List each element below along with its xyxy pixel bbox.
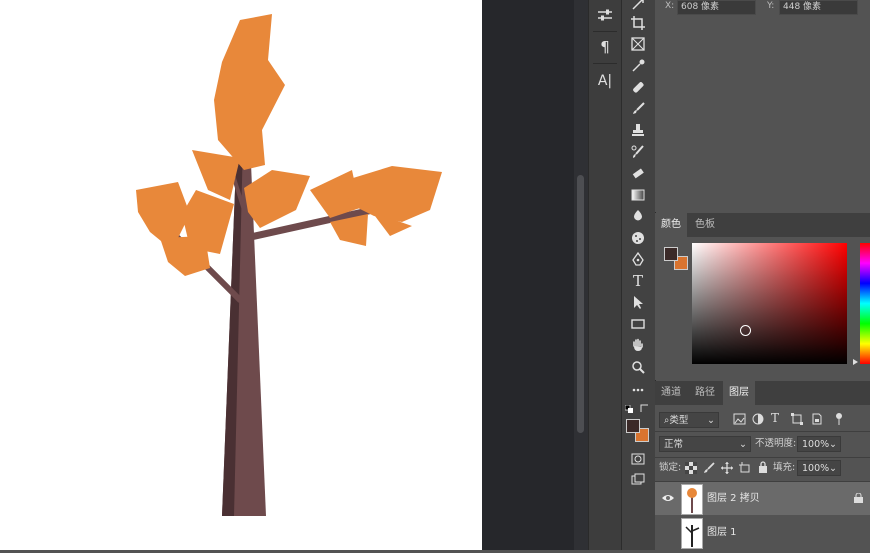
brush-icon[interactable]: [625, 99, 651, 119]
lock-artboard-icon[interactable]: [739, 462, 751, 474]
sponge-icon[interactable]: [625, 228, 651, 248]
adjustment-layer-filter-icon[interactable]: [752, 413, 764, 425]
properties-icon[interactable]: [591, 2, 619, 28]
foreground-color-swatch[interactable]: [626, 419, 640, 433]
fill-label: 填充:: [773, 462, 796, 473]
y-label: Y:: [767, 1, 775, 11]
screen-mode-icon[interactable]: [625, 469, 651, 489]
color-field[interactable]: [692, 243, 847, 364]
layer-row[interactable]: 图层 1: [655, 516, 870, 549]
hue-slider[interactable]: [860, 243, 870, 364]
history-brush-icon[interactable]: [625, 142, 651, 162]
tools-panel: T: [621, 0, 656, 550]
eyedropper-icon[interactable]: [625, 56, 651, 76]
gradient-icon[interactable]: [625, 185, 651, 205]
tab-channels[interactable]: 通道: [655, 381, 687, 405]
fill-input[interactable]: 100% ⌄: [797, 460, 841, 476]
eraser-icon[interactable]: [625, 163, 651, 183]
color-panel-tabs: 颜色 色板: [655, 213, 870, 238]
pen-icon[interactable]: [625, 249, 651, 269]
layers-panel-tabs: 通道 路径 图层: [655, 381, 870, 406]
chevron-down-icon: ⌄: [829, 439, 837, 450]
swap-colors-icon[interactable]: [640, 404, 649, 413]
chevron-down-icon: ⌄: [829, 463, 837, 474]
opacity-input[interactable]: 100% ⌄: [797, 436, 841, 452]
more-tools-icon[interactable]: [625, 380, 651, 400]
x-value: 608 像素: [677, 0, 756, 15]
color-picker-cursor[interactable]: [740, 325, 751, 336]
lock-image-pixels-icon[interactable]: [703, 462, 715, 474]
layer-thumbnail: [681, 484, 703, 515]
lock-label: 锁定:: [659, 462, 682, 473]
hand-icon[interactable]: [625, 335, 651, 355]
tab-color[interactable]: 颜色: [655, 213, 687, 237]
visibility-toggle-empty[interactable]: [662, 527, 674, 537]
color-panel-foreground-swatch[interactable]: [664, 247, 678, 261]
layer-name[interactable]: 图层 1: [707, 516, 737, 549]
tab-swatches[interactable]: 色板: [689, 213, 721, 237]
opacity-label: 不透明度:: [755, 438, 797, 449]
layer-row[interactable]: 图层 2 拷贝: [655, 482, 870, 515]
path-selection-icon[interactable]: [625, 292, 651, 312]
paragraph-icon[interactable]: ¶: [591, 34, 619, 60]
tab-layers[interactable]: 图层: [723, 381, 755, 405]
quick-mask-icon[interactable]: [625, 449, 651, 469]
info-panel: X: 608 像素 Y: 448 像素: [655, 0, 870, 212]
lock-all-icon[interactable]: [757, 461, 769, 473]
zoom-icon[interactable]: [625, 357, 651, 377]
chevron-down-icon: ⌄: [739, 439, 747, 450]
clone-stamp-icon[interactable]: [625, 120, 651, 140]
shape-layer-filter-icon[interactable]: [791, 413, 803, 425]
visibility-eye-icon[interactable]: [662, 493, 674, 503]
filter-toggle-icon[interactable]: [835, 412, 843, 426]
chevron-down-icon: ⌄: [707, 415, 715, 426]
tab-paths[interactable]: 路径: [689, 381, 721, 405]
frame-icon[interactable]: [625, 34, 651, 54]
smart-object-filter-icon[interactable]: [811, 413, 823, 425]
layer-filter-select[interactable]: ⌕类型 ⌄: [659, 412, 719, 428]
pasteboard: [482, 0, 574, 550]
lock-position-icon[interactable]: [721, 462, 733, 474]
hue-slider-handle[interactable]: [853, 359, 858, 365]
type-icon[interactable]: T: [625, 271, 651, 291]
layer-name[interactable]: 图层 2 拷贝: [707, 482, 760, 515]
tree-illustration: [136, 14, 442, 516]
scrollbar-thumb[interactable]: [577, 175, 584, 433]
blend-mode-select[interactable]: 正常 ⌄: [659, 436, 751, 452]
pixel-layer-filter-icon[interactable]: [733, 413, 746, 425]
lock-transparent-pixels-icon[interactable]: [685, 462, 697, 474]
x-label: X:: [665, 1, 675, 11]
rectangle-icon[interactable]: [625, 314, 651, 334]
y-value: 448 像素: [779, 0, 858, 15]
tree-leaves: [136, 14, 442, 276]
blur-icon[interactable]: [625, 206, 651, 226]
move-tool-icon[interactable]: [625, 0, 651, 14]
layer-thumbnail: [681, 518, 703, 549]
character-icon[interactable]: A|: [591, 68, 619, 94]
layer-lock-icon: [854, 492, 863, 503]
default-colors-icon[interactable]: [624, 404, 633, 413]
type-layer-filter-icon[interactable]: T: [771, 411, 779, 425]
crop-icon[interactable]: [625, 13, 651, 33]
document-canvas[interactable]: [0, 0, 482, 550]
healing-brush-icon[interactable]: [625, 77, 651, 97]
collapsed-panel-strip: ¶ A|: [588, 0, 621, 550]
